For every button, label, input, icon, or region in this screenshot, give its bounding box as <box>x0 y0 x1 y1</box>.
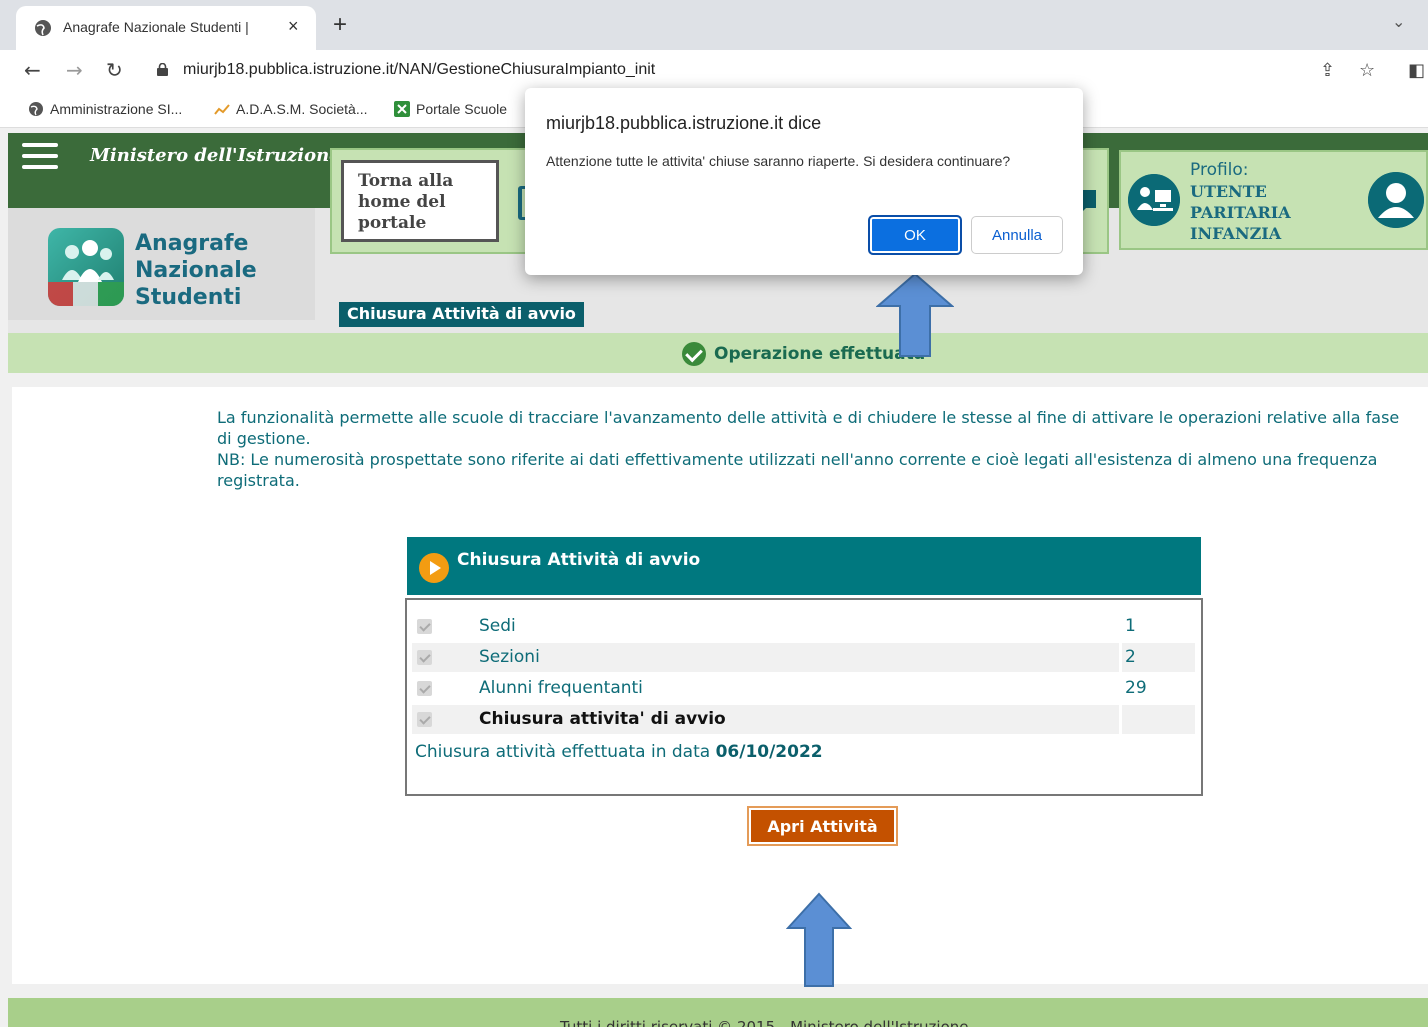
users-computer-icon <box>1128 174 1180 226</box>
table-row: Sezioni 2 <box>412 643 1195 672</box>
table-row: Chiusura attivita' di avvio <box>412 705 1195 734</box>
bookmark-star-icon[interactable]: ☆ <box>1359 60 1375 81</box>
chart-logo-icon <box>214 104 230 115</box>
confirm-dialog: miurjb18.pubblica.istruzione.it dice Att… <box>525 88 1083 275</box>
user-avatar-icon[interactable] <box>1368 172 1424 228</box>
lock-icon <box>157 63 168 76</box>
back-icon[interactable]: ← <box>24 58 41 82</box>
menu-icon[interactable] <box>22 143 58 171</box>
app-name: Anagrafe Nazionale Studenti <box>135 231 257 310</box>
share-icon[interactable]: ⇪ <box>1320 60 1335 81</box>
address-bar: ← → ↻ miurjb18.pubblica.istruzione.it/NA… <box>0 50 1428 92</box>
checkbox-checked-disabled <box>417 650 432 665</box>
portal-logo-icon <box>394 101 410 117</box>
students-logo-icon <box>48 228 124 306</box>
chevron-down-icon[interactable]: ⌄ <box>1392 12 1405 31</box>
table-row: Alunni frequentanti 29 <box>412 674 1195 703</box>
reload-icon[interactable]: ↻ <box>106 58 123 82</box>
profile-label: Profilo: <box>1190 160 1249 180</box>
url-field[interactable]: miurjb18.pubblica.istruzione.it/NAN/Gest… <box>143 55 1423 87</box>
dialog-title: miurjb18.pubblica.istruzione.it dice <box>546 113 822 133</box>
browser-tab[interactable]: Anagrafe Nazionale Studenti | × <box>16 6 316 50</box>
annotation-arrow-up <box>876 272 954 357</box>
globe-icon <box>35 20 51 36</box>
footer-text: Tutti i diritti riservati © 2015 - Minis… <box>560 1018 969 1027</box>
browser-tab-bar: Anagrafe Nazionale Studenti | × + ⌄ <box>0 0 1428 50</box>
ok-button[interactable]: OK <box>868 215 962 255</box>
checkbox-checked-disabled <box>417 712 432 727</box>
ministry-title: Ministero dell'Istruzione <box>90 145 341 166</box>
checkbox-checked-disabled <box>417 681 432 696</box>
play-icon <box>419 553 449 583</box>
check-circle-icon <box>682 342 706 366</box>
annotation-arrow-up <box>786 892 852 987</box>
cancel-button[interactable]: Annulla <box>971 216 1063 254</box>
dialog-message: Attenzione tutte le attivita' chiuse sar… <box>546 153 1011 169</box>
forward-icon[interactable]: → <box>66 58 83 82</box>
new-tab-icon[interactable]: + <box>333 11 347 39</box>
checkbox-checked-disabled <box>417 619 432 634</box>
page-description: La funzionalità permette alle scuole di … <box>217 408 1400 490</box>
page-title: Chiusura Attività di avvio <box>339 302 584 327</box>
tab-title: Anagrafe Nazionale Studenti | <box>63 19 249 35</box>
open-activities-button[interactable]: Apri Attività <box>747 806 898 846</box>
side-panel-icon[interactable]: ◧ <box>1408 60 1425 81</box>
url-text: miurjb18.pubblica.istruzione.it/NAN/Gest… <box>183 61 656 78</box>
bookmark-item[interactable]: A.D.A.S.M. Società... <box>214 101 368 117</box>
closed-date-line: Chiusura attività effettuata in data 06/… <box>415 742 823 762</box>
close-tab-icon[interactable]: × <box>288 16 299 37</box>
bookmark-item[interactable]: Portale Scuole <box>394 101 507 117</box>
table-row: Sedi 1 <box>412 612 1195 641</box>
globe-icon <box>29 102 43 116</box>
closed-date: 06/10/2022 <box>715 742 823 762</box>
profile-value: UTENTE PARITARIA INFANZIA <box>1190 182 1291 243</box>
back-to-portal-home-button[interactable]: Torna alla home del portale <box>341 160 499 242</box>
bookmark-item[interactable]: Amministrazione SI... <box>28 101 182 117</box>
activity-box-header: Chiusura Attività di avvio <box>407 537 1201 595</box>
